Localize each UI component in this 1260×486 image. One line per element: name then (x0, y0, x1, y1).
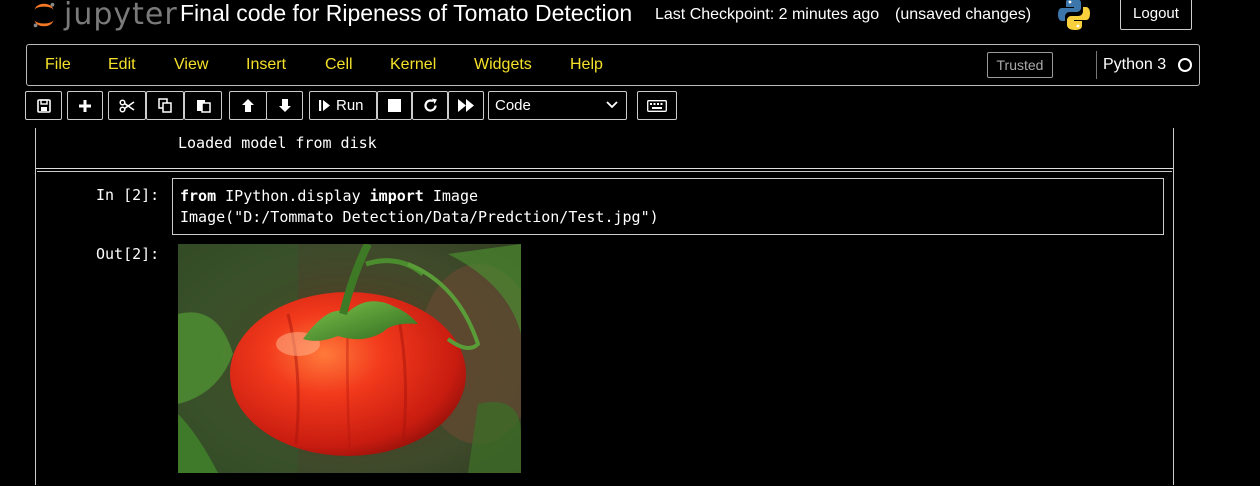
restart-icon (423, 98, 437, 112)
step-run-icon (319, 100, 330, 111)
autosave-status: (unsaved changes) (895, 6, 1032, 23)
jupyter-logo[interactable]: jupyter (30, 0, 178, 32)
copy-button[interactable] (146, 91, 184, 120)
plus-icon (79, 99, 91, 112)
chevron-down-icon (606, 101, 618, 109)
code-line-1: from IPython.display import Image (180, 186, 1156, 207)
paste-button[interactable] (184, 91, 222, 120)
command-palette-button[interactable] (637, 91, 677, 120)
stop-icon (388, 99, 401, 112)
keyword-import: import (369, 187, 424, 205)
code-module: IPython.display (216, 187, 370, 205)
save-button[interactable] (25, 91, 62, 120)
menu-help[interactable]: Help (570, 56, 603, 74)
kernel-name[interactable]: Python 3 (1103, 56, 1166, 74)
cell-type-select[interactable]: Code (488, 91, 627, 120)
jupyter-logo-icon (33, 2, 55, 28)
interrupt-button[interactable] (377, 91, 412, 120)
previous-cell-output: Loaded model from disk (178, 134, 377, 152)
menubar: File Edit View Insert Cell Kernel Widget… (26, 44, 1200, 86)
menu-view[interactable]: View (174, 56, 208, 74)
cut-icon (119, 98, 135, 113)
run-button[interactable]: Run (309, 91, 377, 120)
arrow-up-icon (242, 99, 254, 112)
logo-text: jupyter (64, 0, 178, 32)
menu-edit[interactable]: Edit (108, 56, 136, 74)
notebook-container: Loaded model from disk In [2]: from IPyt… (35, 128, 1174, 485)
restart-kernel-button[interactable] (412, 91, 448, 120)
cell-type-value: Code (495, 97, 531, 114)
menu-widgets[interactable]: Widgets (474, 56, 532, 74)
cell-divider (36, 168, 1173, 169)
arrow-down-icon (278, 99, 291, 112)
restart-run-all-button[interactable] (448, 91, 484, 120)
notebook-title[interactable]: Final code for Ripeness of Tomato Detect… (180, 0, 632, 26)
output-prompt: Out[2]: (96, 245, 160, 263)
logout-button[interactable]: Logout (1120, 0, 1192, 30)
cut-button[interactable] (108, 91, 146, 120)
code-line-2: Image("D:/Tommato Detection/Data/Predcti… (180, 208, 659, 226)
menu-kernel[interactable]: Kernel (390, 56, 436, 74)
menu-insert[interactable]: Insert (246, 56, 286, 74)
fast-forward-icon (457, 99, 474, 112)
input-prompt: In [2]: (96, 186, 160, 204)
menu-cell[interactable]: Cell (325, 56, 353, 74)
kernel-idle-icon (1178, 58, 1192, 72)
header: jupyter Final code for Ripeness of Tomat… (0, 0, 1260, 40)
menu-file[interactable]: File (45, 56, 71, 74)
kernel-divider (1096, 51, 1097, 79)
move-down-button[interactable] (266, 91, 303, 120)
insert-cell-button[interactable] (67, 91, 103, 120)
save-icon (36, 98, 51, 113)
code-name: Image (423, 187, 479, 205)
paste-icon (196, 100, 211, 113)
code-editor[interactable]: from IPython.display import Image Image(… (172, 178, 1164, 235)
keyword-from: from (180, 187, 217, 205)
keyboard-icon (647, 99, 667, 112)
checkpoint-status: Last Checkpoint: 2 minutes ago (655, 6, 880, 23)
trusted-indicator[interactable]: Trusted (987, 52, 1053, 78)
move-up-button[interactable] (229, 91, 267, 120)
tomato-image (178, 244, 521, 473)
run-label: Run (336, 97, 364, 114)
python-logo-icon (1058, 0, 1090, 30)
copy-icon (157, 98, 172, 113)
